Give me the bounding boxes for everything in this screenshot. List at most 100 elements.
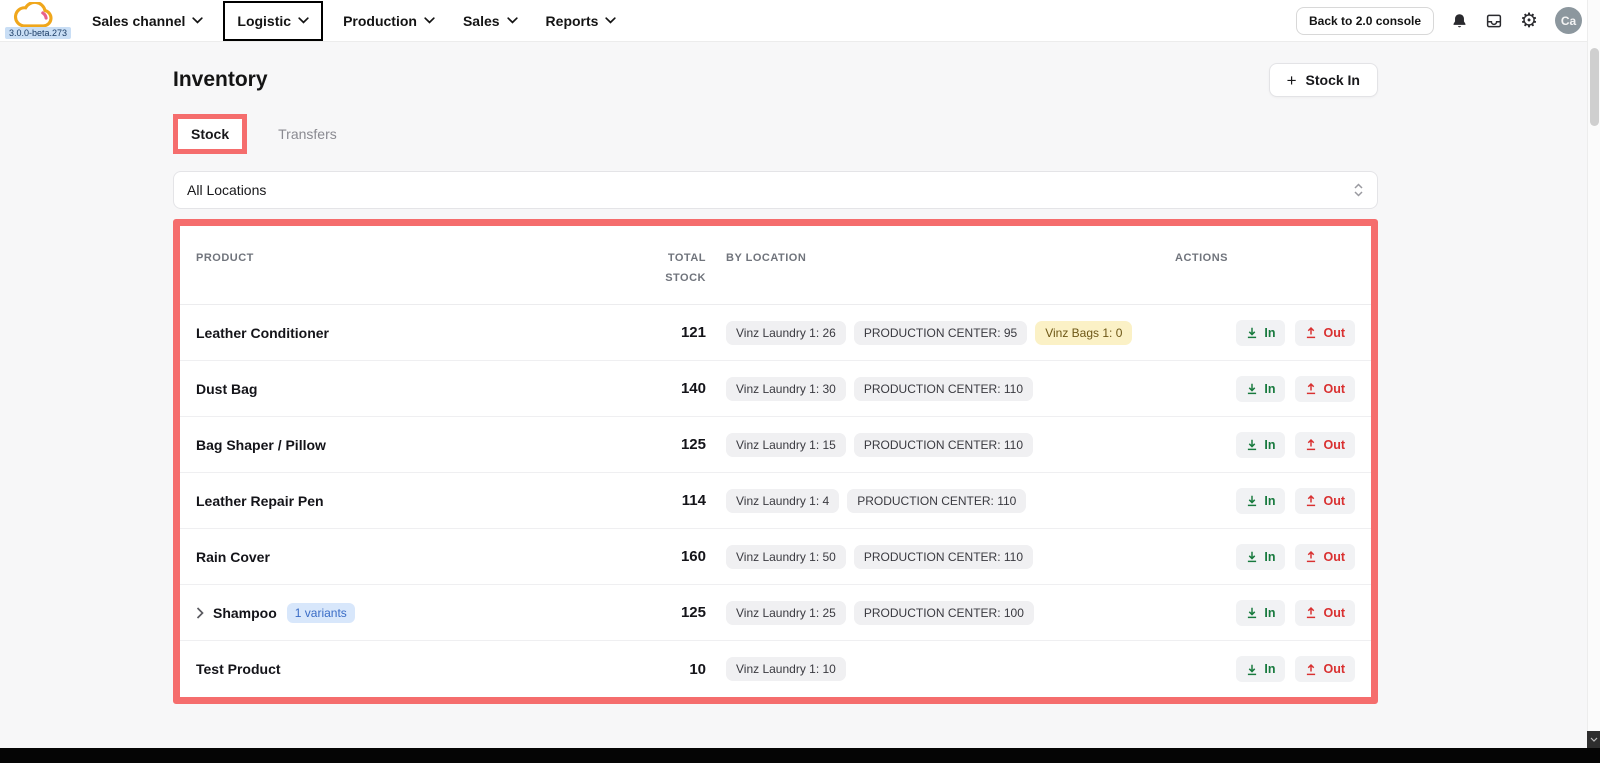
location-pills: Vinz Laundry 1: 25 PRODUCTION CENTER: 100	[726, 600, 1145, 625]
download-icon	[1248, 495, 1257, 507]
nav-item-label: Production	[343, 12, 417, 29]
annotation-highlight-stock-tab: Stock	[173, 114, 248, 154]
user-avatar[interactable]: Ca	[1555, 7, 1582, 34]
topbar: 3.0.0-beta.273 Sales channel Logistic Pr…	[0, 0, 1600, 42]
location-pills: Vinz Laundry 1: 30 PRODUCTION CENTER: 110	[726, 376, 1145, 401]
stock-in-row-button[interactable]: In	[1236, 543, 1286, 570]
scrollbar-down-button[interactable]	[1587, 731, 1600, 748]
product-cell: Leather Repair Pen	[196, 493, 656, 509]
upload-icon	[1307, 495, 1316, 507]
stock-out-action-label: Out	[1323, 549, 1345, 564]
location-pills: Vinz Laundry 1: 15 PRODUCTION CENTER: 110	[726, 432, 1145, 457]
tab-transfers[interactable]: Transfers	[265, 119, 350, 149]
nav-item-label: Reports	[545, 12, 599, 29]
row-actions: In Out	[1145, 599, 1355, 626]
total-stock-value: 121	[680, 324, 706, 341]
total-stock-value: 10	[689, 660, 706, 678]
stock-out-action-label: Out	[1323, 325, 1345, 340]
location-stock-pill: Vinz Laundry 1: 26	[726, 320, 846, 345]
stock-in-row-button[interactable]: In	[1236, 487, 1286, 514]
header-actions: ACTIONS	[1175, 252, 1228, 264]
stock-in-action-label: In	[1264, 437, 1276, 452]
stock-out-action-label: Out	[1323, 493, 1345, 508]
total-stock-value: 114	[681, 492, 706, 509]
stock-out-action-label: Out	[1323, 662, 1345, 676]
stock-out-row-button[interactable]: Out	[1295, 431, 1355, 458]
location-stock-pill: Vinz Laundry 1: 15	[726, 432, 846, 457]
nav-item-logistic[interactable]: Logistic	[223, 0, 324, 41]
location-stock-pill: Vinz Laundry 1: 4	[726, 488, 840, 513]
stock-in-row-button[interactable]: In	[1236, 375, 1286, 402]
stock-out-row-button[interactable]: Out	[1295, 599, 1355, 626]
table-rows: Leather Conditioner 121 Vinz Laundry 1: …	[180, 305, 1371, 697]
location-stock-pill: PRODUCTION CENTER: 110	[847, 488, 1027, 513]
location-stock-pill: PRODUCTION CENTER: 100	[853, 600, 1034, 625]
plus-icon: +	[1286, 70, 1297, 90]
window-bottom-bar	[0, 748, 1600, 763]
expand-chevron-icon[interactable]	[196, 606, 204, 619]
stock-in-row-button[interactable]: In	[1236, 431, 1286, 458]
page-scrollbar[interactable]	[1587, 0, 1600, 748]
product-name: Leather Conditioner	[196, 324, 330, 341]
chevron-down-icon	[605, 17, 617, 24]
stock-in-row-button[interactable]: In	[1236, 319, 1286, 346]
settings-gear-icon[interactable]: ⚙	[1520, 11, 1538, 31]
stock-in-action-label: In	[1264, 549, 1276, 564]
product-cell: Test Product	[196, 661, 656, 677]
product-name: Bag Shaper / Pillow	[196, 436, 326, 453]
stock-in-button-label: Stock In	[1305, 72, 1360, 88]
nav-item-production[interactable]: Production	[329, 0, 449, 42]
table-row: Shampoo 1 variants 125 Vinz Laundry 1: 2…	[180, 585, 1371, 641]
stock-out-row-button[interactable]: Out	[1295, 375, 1355, 402]
page-title: Inventory	[173, 68, 268, 91]
location-stock-pill: PRODUCTION CENTER: 95	[853, 320, 1028, 345]
stock-out-action-label: Out	[1323, 437, 1345, 452]
stock-in-action-label: In	[1264, 605, 1276, 620]
table-row: Leather Repair Pen 114 Vinz Laundry 1: 4…	[180, 473, 1371, 529]
location-pills: Vinz Laundry 1: 26 PRODUCTION CENTER: 95 V…	[726, 320, 1145, 345]
product-cell: Leather Conditioner	[196, 325, 656, 341]
location-stock-pill: Vinz Laundry 1: 10	[726, 657, 846, 681]
variants-badge[interactable]: 1 variants	[286, 602, 355, 623]
stock-in-row-button[interactable]: In	[1236, 656, 1286, 682]
row-actions: In Out	[1145, 543, 1355, 570]
nav-item-label: Logistic	[237, 12, 292, 29]
stock-out-row-button[interactable]: Out	[1295, 319, 1355, 346]
download-icon	[1248, 664, 1257, 675]
total-stock-value: 140	[680, 380, 706, 397]
stock-in-row-button[interactable]: In	[1236, 599, 1286, 626]
product-name: Leather Repair Pen	[196, 492, 324, 509]
total-stock-value: 125	[680, 436, 706, 453]
stock-in-button[interactable]: + Stock In	[1268, 63, 1378, 97]
stock-in-action-label: In	[1264, 662, 1276, 676]
inbox-tray-icon[interactable]	[1485, 12, 1503, 30]
stock-in-action-label: In	[1264, 381, 1276, 396]
product-cell: Rain Cover	[196, 549, 656, 565]
table-header: PRODUCT TOTAL STOCK BY LOCATION ACTIONS	[180, 226, 1371, 305]
tab-stock[interactable]: Stock	[178, 119, 243, 149]
nav-item-reports[interactable]: Reports	[532, 0, 631, 42]
table-row: Test Product 10 Vinz Laundry 1: 10 In Ou…	[180, 641, 1371, 697]
stock-out-row-button[interactable]: Out	[1295, 543, 1355, 570]
download-icon	[1248, 607, 1257, 619]
upload-icon	[1307, 551, 1316, 563]
location-stock-pill: Vinz Laundry 1: 25	[726, 600, 846, 625]
nav-item-sales[interactable]: Sales	[449, 0, 532, 42]
product-name: Dust Bag	[196, 380, 258, 397]
chevron-down-icon	[192, 17, 204, 24]
stock-out-row-button[interactable]: Out	[1295, 656, 1355, 682]
scrollbar-thumb[interactable]	[1590, 48, 1599, 126]
row-actions: In Out	[1145, 375, 1355, 402]
stock-out-row-button[interactable]: Out	[1295, 487, 1355, 514]
download-icon	[1248, 551, 1257, 563]
download-icon	[1248, 383, 1257, 395]
nav-item-sales-channel[interactable]: Sales channel	[78, 0, 217, 42]
nav-item-label: Sales channel	[92, 12, 186, 29]
header-by-location: BY LOCATION	[726, 252, 807, 264]
back-to-console-button[interactable]: Back to 2.0 console	[1296, 6, 1435, 35]
app-logo[interactable]: 3.0.0-beta.273	[0, 0, 78, 42]
location-filter-select[interactable]: All Locations	[173, 171, 1378, 209]
location-stock-pill: Vinz Laundry 1: 50	[726, 544, 846, 569]
notifications-bell-icon[interactable]	[1451, 12, 1468, 30]
location-pills: Vinz Laundry 1: 4 PRODUCTION CENTER: 110	[726, 488, 1145, 513]
